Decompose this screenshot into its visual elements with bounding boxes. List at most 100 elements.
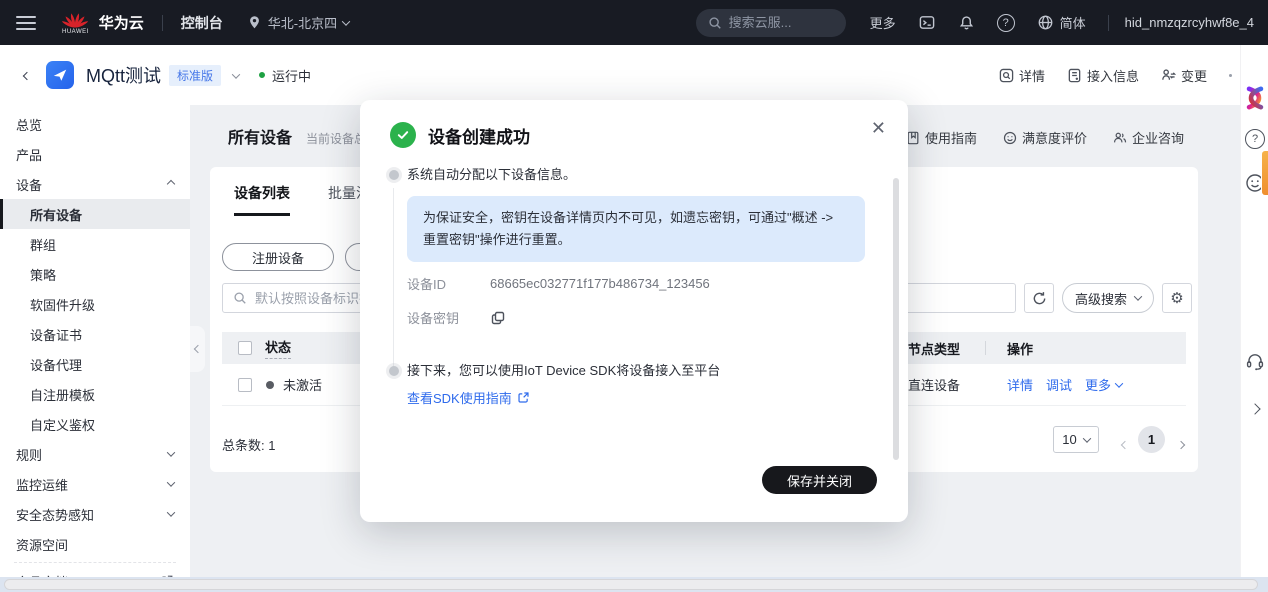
- detail-action[interactable]: 详情: [999, 66, 1045, 85]
- row-checkbox[interactable]: [238, 378, 252, 392]
- sidebar-collapse-handle[interactable]: [190, 326, 205, 372]
- enterprise-consult-link[interactable]: 企业咨询: [1113, 128, 1184, 147]
- cli-button[interactable]: [918, 14, 936, 31]
- modal-scrollbar[interactable]: [893, 178, 899, 460]
- select-all-checkbox[interactable]: [238, 341, 252, 355]
- usage-guide-label: 使用指南: [925, 128, 977, 147]
- close-icon[interactable]: ✕: [871, 118, 886, 139]
- sidebar-item-all-devices[interactable]: 所有设备: [0, 199, 190, 229]
- refresh-button[interactable]: [1024, 283, 1054, 313]
- help-button[interactable]: ?: [997, 14, 1015, 32]
- cloud-search[interactable]: [696, 9, 846, 37]
- op-detail[interactable]: 详情: [1007, 375, 1033, 394]
- satisfaction-link[interactable]: 满意度评价: [1003, 128, 1087, 147]
- copy-secret-button[interactable]: [490, 310, 506, 326]
- assistant-ribbon-icon[interactable]: [1241, 85, 1268, 111]
- external-link-icon: [517, 391, 530, 404]
- sidebar-item-groups[interactable]: 群组: [0, 229, 190, 259]
- chevron-down-icon: [1115, 379, 1123, 387]
- device-secret-field: 设备密钥: [407, 308, 506, 327]
- hamburger-menu-icon[interactable]: [16, 16, 36, 30]
- current-page[interactable]: 1: [1138, 426, 1165, 453]
- region-label: 华北-北京四: [268, 13, 337, 32]
- more-menu[interactable]: 更多: [870, 13, 896, 32]
- step-timeline: [393, 188, 394, 370]
- device-id-field: 设备ID 68665ec032771f177b486734_123456: [407, 274, 710, 293]
- chevron-down-icon: [1082, 434, 1090, 442]
- chevron-down-icon: [1134, 292, 1142, 300]
- iotda-app-icon: [46, 61, 74, 89]
- chevron-down-icon: [342, 17, 350, 25]
- rail-help-button[interactable]: ?: [1241, 129, 1268, 149]
- next-page-button[interactable]: [1178, 435, 1184, 453]
- table-settings-button[interactable]: ⚙: [1162, 283, 1192, 313]
- sidebar-item-self-registration-template[interactable]: 自注册模板: [0, 379, 190, 409]
- search-input[interactable]: [729, 15, 829, 30]
- huawei-flower-icon: [62, 10, 88, 28]
- refresh-icon: [1032, 291, 1047, 306]
- sidebar-item-custom-auth[interactable]: 自定义鉴权: [0, 409, 190, 439]
- sidebar-item-resource-space[interactable]: 资源空间: [0, 529, 190, 559]
- notifications-button[interactable]: [958, 14, 975, 31]
- device-id-value: 68665ec032771f177b486734_123456: [490, 276, 710, 291]
- advanced-search-button[interactable]: 高级搜索: [1062, 283, 1154, 313]
- rail-expand-button[interactable]: [1241, 405, 1268, 413]
- language-selector[interactable]: 简体: [1037, 13, 1086, 32]
- page-size-select[interactable]: 10: [1053, 426, 1099, 453]
- access-info-label: 接入信息: [1087, 66, 1139, 85]
- sdk-guide-label: 查看SDK使用指南: [407, 388, 512, 407]
- chevron-left-icon: [193, 345, 201, 353]
- floating-assistant-peek[interactable]: [1261, 150, 1268, 196]
- region-selector[interactable]: 华北-北京四: [247, 13, 349, 32]
- prev-page-button[interactable]: [1122, 435, 1128, 453]
- more-actions-dot[interactable]: [1229, 74, 1232, 77]
- search-icon: [233, 291, 247, 305]
- detail-label: 详情: [1019, 66, 1045, 85]
- tab-device-list[interactable]: 设备列表: [234, 183, 290, 216]
- step2-text: 接下来，您可以使用IoT Device SDK将设备接入至平台: [407, 360, 720, 379]
- op-more-label: 更多: [1085, 375, 1111, 394]
- save-and-close-button[interactable]: 保存并关闭: [762, 466, 877, 494]
- horizontal-scrollbar-track: [0, 577, 1268, 592]
- sidebar-group-security-awareness[interactable]: 安全态势感知: [0, 499, 190, 529]
- sidebar-item-products[interactable]: 产品: [0, 139, 190, 169]
- sidebar-nav: 总览 产品 设备 所有设备 群组 策略 软固件升级 设备证书 设备代理 自注册模…: [0, 105, 190, 592]
- sidebar-item-firmware-upgrade[interactable]: 软固件升级: [0, 289, 190, 319]
- terminal-icon: [918, 14, 936, 31]
- device-secret-label: 设备密钥: [407, 308, 490, 327]
- op-debug[interactable]: 调试: [1046, 375, 1072, 394]
- usage-guide-link[interactable]: 使用指南: [906, 128, 977, 147]
- sidebar-item-device-proxy[interactable]: 设备代理: [0, 349, 190, 379]
- page-title: 所有设备: [228, 124, 292, 148]
- row-operations: 详情 调试 更多: [1007, 375, 1122, 394]
- change-action[interactable]: 变更: [1161, 66, 1207, 85]
- brand-name[interactable]: 华为云: [99, 12, 144, 33]
- headset-icon: [1245, 351, 1265, 371]
- instance-switcher[interactable]: [233, 66, 239, 84]
- console-link[interactable]: 控制台: [181, 13, 223, 33]
- sidebar-group-devices[interactable]: 设备: [0, 169, 190, 199]
- sidebar-divider: [14, 562, 176, 563]
- col-node-type: 节点类型: [908, 339, 960, 358]
- people-icon: [1113, 131, 1127, 145]
- sidebar-item-overview[interactable]: 总览: [0, 109, 190, 139]
- register-device-button[interactable]: 注册设备: [222, 243, 334, 271]
- sdk-guide-link[interactable]: 查看SDK使用指南: [407, 388, 530, 407]
- op-more[interactable]: 更多: [1085, 375, 1122, 394]
- sidebar-group-monitoring[interactable]: 监控运维: [0, 469, 190, 499]
- divider: [1108, 15, 1109, 31]
- sidebar-group-rules[interactable]: 规则: [0, 439, 190, 469]
- huawei-logo[interactable]: HUAWEI: [62, 10, 89, 35]
- back-button[interactable]: [20, 62, 34, 88]
- question-icon: ?: [1245, 129, 1265, 149]
- sidebar-item-policies[interactable]: 策略: [0, 259, 190, 289]
- access-info-action[interactable]: 接入信息: [1067, 66, 1139, 85]
- rail-support-button[interactable]: [1241, 351, 1268, 371]
- security-notice: 为保证安全，密钥在设备详情页内不可见，如遗忘密钥，可通过"概述 -> 重置密钥"…: [407, 196, 865, 262]
- account-menu[interactable]: hid_nmzqzrcyhwf8e_4: [1125, 15, 1254, 30]
- col-status: 状态: [265, 337, 291, 359]
- horizontal-scrollbar-thumb[interactable]: [4, 579, 1258, 590]
- success-check-icon: [390, 122, 416, 148]
- advanced-search-label: 高级搜索: [1075, 289, 1127, 308]
- sidebar-item-device-certificates[interactable]: 设备证书: [0, 319, 190, 349]
